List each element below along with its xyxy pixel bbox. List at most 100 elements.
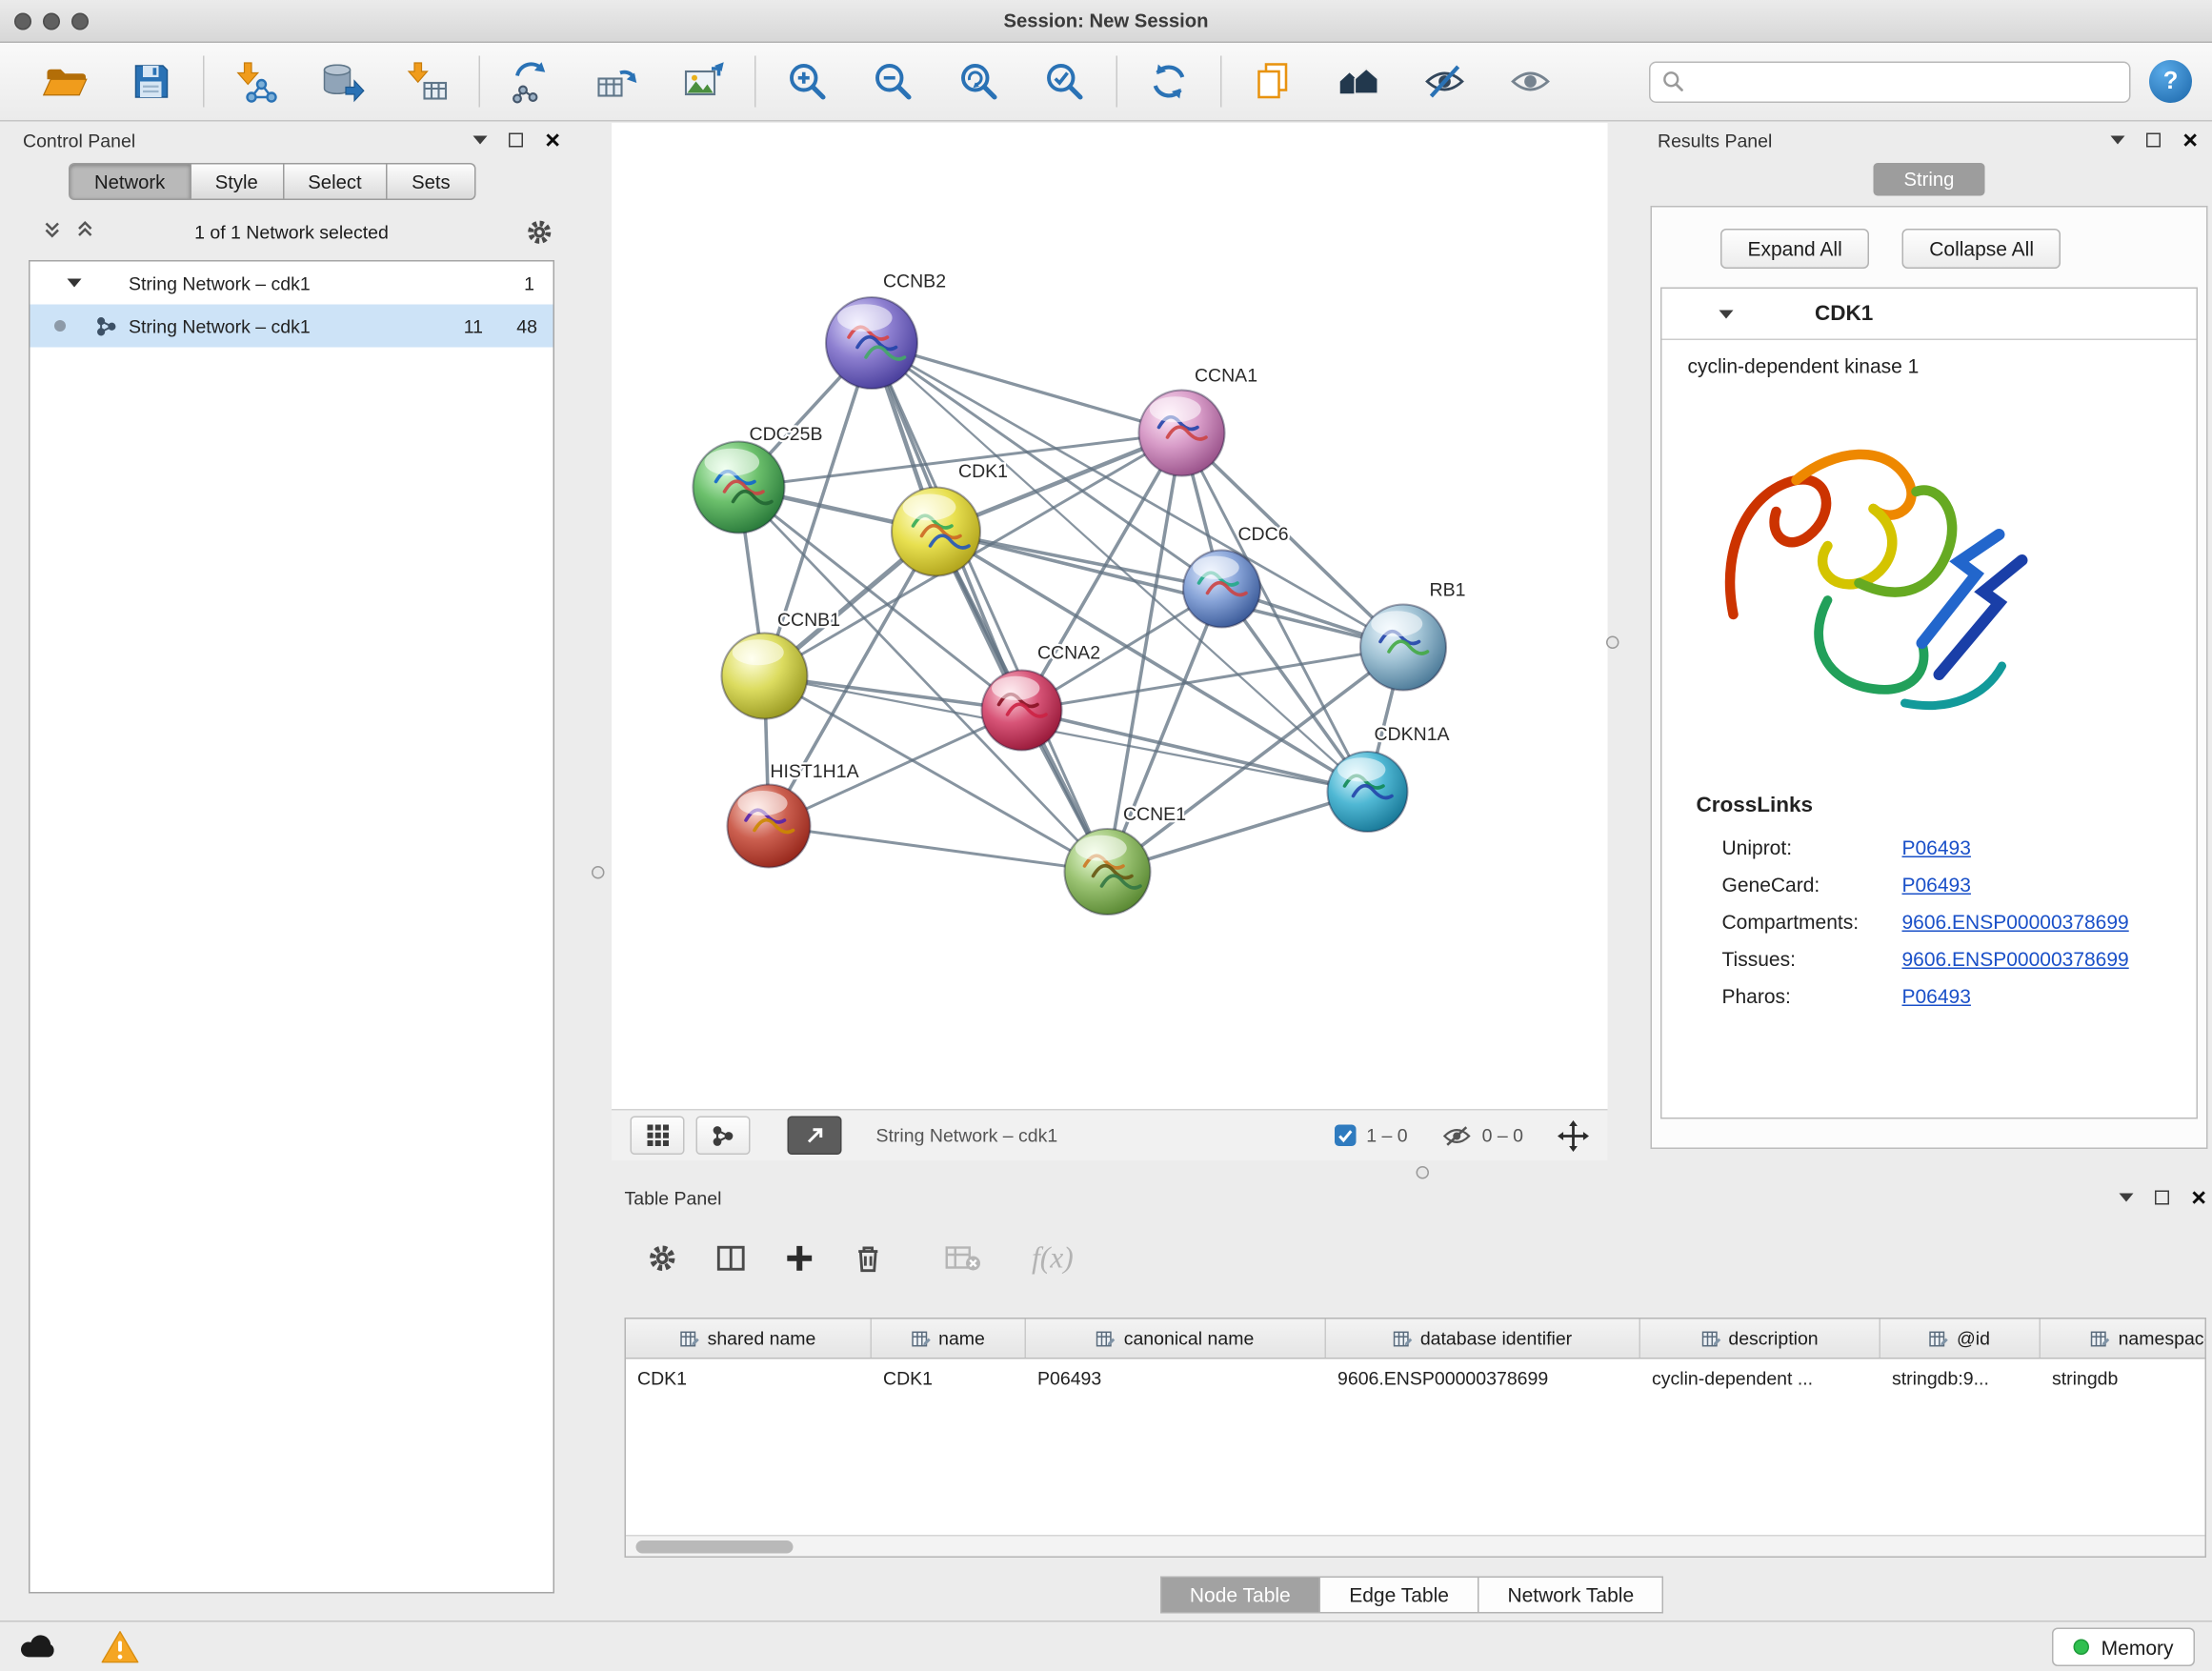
network-node-cdk1[interactable]: CDK1 bbox=[892, 461, 1008, 575]
network-canvas[interactable]: CCNB2CCNA1CDC25BCDK1CDC6RB1CCNB1CCNA2CDK… bbox=[612, 123, 1608, 1109]
zoom-fit-content-icon[interactable] bbox=[955, 57, 1003, 106]
help-button[interactable]: ? bbox=[2149, 60, 2192, 103]
collapse-all-button[interactable]: Collapse All bbox=[1902, 229, 2061, 269]
tab-sets[interactable]: Sets bbox=[388, 163, 476, 200]
show-selection-icon[interactable] bbox=[1506, 57, 1555, 106]
network-node-ccnb2[interactable]: CCNB2 bbox=[826, 272, 946, 390]
export-table-icon[interactable] bbox=[593, 57, 642, 106]
annotation-icon[interactable] bbox=[1249, 57, 1297, 106]
panel-float-icon[interactable] bbox=[510, 133, 524, 148]
table-row[interactable]: CDK1 CDK1 P06493 9606.ENSP00000378699 cy… bbox=[626, 1359, 2205, 1397]
import-network-from-database-icon[interactable] bbox=[317, 57, 366, 106]
left-splitter-handle[interactable] bbox=[592, 866, 605, 879]
zoom-selected-icon[interactable] bbox=[1040, 57, 1089, 106]
gene-section-header[interactable]: CDK1 bbox=[1662, 289, 2197, 340]
panel-menu-icon[interactable] bbox=[473, 136, 488, 145]
column-header-id[interactable]: @id bbox=[1880, 1319, 2041, 1359]
network-node-cdkn1a[interactable]: CDKN1A bbox=[1328, 724, 1450, 832]
create-column-icon[interactable] bbox=[783, 1241, 816, 1275]
network-node-ccnb1[interactable]: CCNB1 bbox=[722, 610, 841, 719]
cell-name[interactable]: CDK1 bbox=[872, 1367, 1026, 1389]
tab-node-table[interactable]: Node Table bbox=[1159, 1577, 1320, 1614]
grid-view-icon[interactable] bbox=[631, 1117, 685, 1156]
cell-description[interactable]: cyclin-dependent ... bbox=[1640, 1367, 1880, 1389]
delete-column-icon[interactable] bbox=[852, 1241, 885, 1275]
right-splitter-handle[interactable] bbox=[1606, 636, 1619, 650]
warning-icon[interactable] bbox=[100, 1629, 140, 1665]
crosslink-uniprot-link[interactable]: P06493 bbox=[1902, 836, 1971, 859]
collapse-all-networks-icon[interactable] bbox=[43, 220, 62, 243]
column-header-shared-name[interactable]: shared name bbox=[626, 1319, 872, 1359]
cloud-icon[interactable] bbox=[17, 1631, 63, 1664]
scrollbar-thumb[interactable] bbox=[636, 1540, 794, 1554]
hide-selection-icon[interactable] bbox=[1420, 57, 1469, 106]
table-settings-gear-icon[interactable] bbox=[646, 1241, 679, 1275]
cell-shared-name[interactable]: CDK1 bbox=[626, 1367, 872, 1389]
pan-mode-icon[interactable] bbox=[1558, 1119, 1589, 1151]
tab-edge-table[interactable]: Edge Table bbox=[1320, 1577, 1478, 1614]
expand-all-button[interactable]: Expand All bbox=[1720, 229, 1869, 269]
tree-disclosure-icon[interactable] bbox=[68, 279, 82, 288]
memory-button[interactable]: Memory bbox=[2053, 1628, 2195, 1667]
zoom-out-icon[interactable] bbox=[869, 57, 917, 106]
node-label-ccnb2: CCNB2 bbox=[883, 272, 946, 292]
hidden-items-icon[interactable] bbox=[1442, 1124, 1473, 1147]
save-session-icon[interactable] bbox=[128, 57, 176, 106]
tab-string[interactable]: String bbox=[1874, 163, 1985, 196]
zoom-in-icon[interactable] bbox=[783, 57, 832, 106]
panel-menu-icon[interactable] bbox=[2120, 1194, 2134, 1202]
import-network-from-file-icon[interactable] bbox=[231, 57, 280, 106]
horizontal-splitter-handle[interactable] bbox=[1417, 1166, 1430, 1179]
cell-database-identifier[interactable]: 9606.ENSP00000378699 bbox=[1326, 1367, 1640, 1389]
panel-menu-icon[interactable] bbox=[2111, 136, 2125, 145]
network-node-rb1[interactable]: RB1 bbox=[1360, 580, 1465, 691]
network-collection-row[interactable]: String Network – cdk1 1 bbox=[30, 262, 553, 305]
table-panel: Table Panel × f(x) bbox=[612, 1180, 2212, 1623]
crosslink-genecard-link[interactable]: P06493 bbox=[1902, 874, 1971, 896]
network-node-ccna1[interactable]: CCNA1 bbox=[1139, 366, 1258, 476]
cell-canonical-name[interactable]: P06493 bbox=[1026, 1367, 1326, 1389]
zoom-window-button[interactable] bbox=[71, 12, 89, 30]
cell-id[interactable]: stringdb:9... bbox=[1880, 1367, 2041, 1389]
close-window-button[interactable] bbox=[14, 12, 31, 30]
clone-network-icon[interactable] bbox=[508, 57, 556, 106]
network-row[interactable]: String Network – cdk1 11 48 bbox=[30, 305, 553, 348]
detach-view-icon[interactable] bbox=[788, 1117, 842, 1156]
panel-close-icon[interactable]: × bbox=[545, 128, 560, 153]
selected-nodes-checkbox[interactable] bbox=[1335, 1125, 1357, 1147]
crosslink-pharos-link[interactable]: P06493 bbox=[1902, 985, 1971, 1008]
column-header-database-identifier[interactable]: database identifier bbox=[1326, 1319, 1640, 1359]
cell-namespace[interactable]: stringdb bbox=[2041, 1367, 2206, 1389]
section-collapse-icon[interactable] bbox=[1719, 310, 1734, 318]
crosslink-compartments-link[interactable]: 9606.ENSP00000378699 bbox=[1902, 911, 2129, 934]
tab-style[interactable]: Style bbox=[191, 163, 284, 200]
refresh-view-icon[interactable] bbox=[1145, 57, 1194, 106]
network-node-hist1h1a[interactable]: HIST1H1A bbox=[728, 761, 859, 868]
column-header-name[interactable]: name bbox=[872, 1319, 1026, 1359]
crosslinks-title: CrossLinks bbox=[1697, 794, 2197, 818]
panel-float-icon[interactable] bbox=[2147, 133, 2162, 148]
open-session-icon[interactable] bbox=[42, 57, 90, 106]
column-header-canonical-name[interactable]: canonical name bbox=[1026, 1319, 1326, 1359]
panel-close-icon[interactable]: × bbox=[2191, 1185, 2206, 1211]
table-horizontal-scrollbar[interactable] bbox=[626, 1535, 2205, 1557]
column-header-namespace[interactable]: namespace bbox=[2041, 1319, 2206, 1359]
show-columns-icon[interactable] bbox=[714, 1241, 748, 1275]
panel-float-icon[interactable] bbox=[2156, 1191, 2170, 1205]
tab-select[interactable]: Select bbox=[284, 163, 388, 200]
crosslink-tissues-link[interactable]: 9606.ENSP00000378699 bbox=[1902, 948, 2129, 971]
minimize-window-button[interactable] bbox=[43, 12, 60, 30]
function-builder-icon[interactable]: f(x) bbox=[1032, 1239, 1074, 1276]
export-image-icon[interactable] bbox=[679, 57, 728, 106]
search-input[interactable] bbox=[1649, 61, 2131, 103]
column-header-description[interactable]: description bbox=[1640, 1319, 1880, 1359]
network-view-icon[interactable] bbox=[696, 1117, 751, 1156]
panel-close-icon[interactable]: × bbox=[2182, 128, 2198, 153]
show-all-networks-icon[interactable] bbox=[1335, 57, 1383, 106]
tab-network-table[interactable]: Network Table bbox=[1478, 1577, 1663, 1614]
tab-network[interactable]: Network bbox=[69, 163, 191, 200]
expand-all-networks-icon[interactable] bbox=[76, 220, 95, 243]
delete-table-icon[interactable] bbox=[943, 1242, 982, 1274]
network-options-gear-icon[interactable] bbox=[525, 216, 555, 247]
import-table-from-file-icon[interactable] bbox=[403, 57, 452, 106]
